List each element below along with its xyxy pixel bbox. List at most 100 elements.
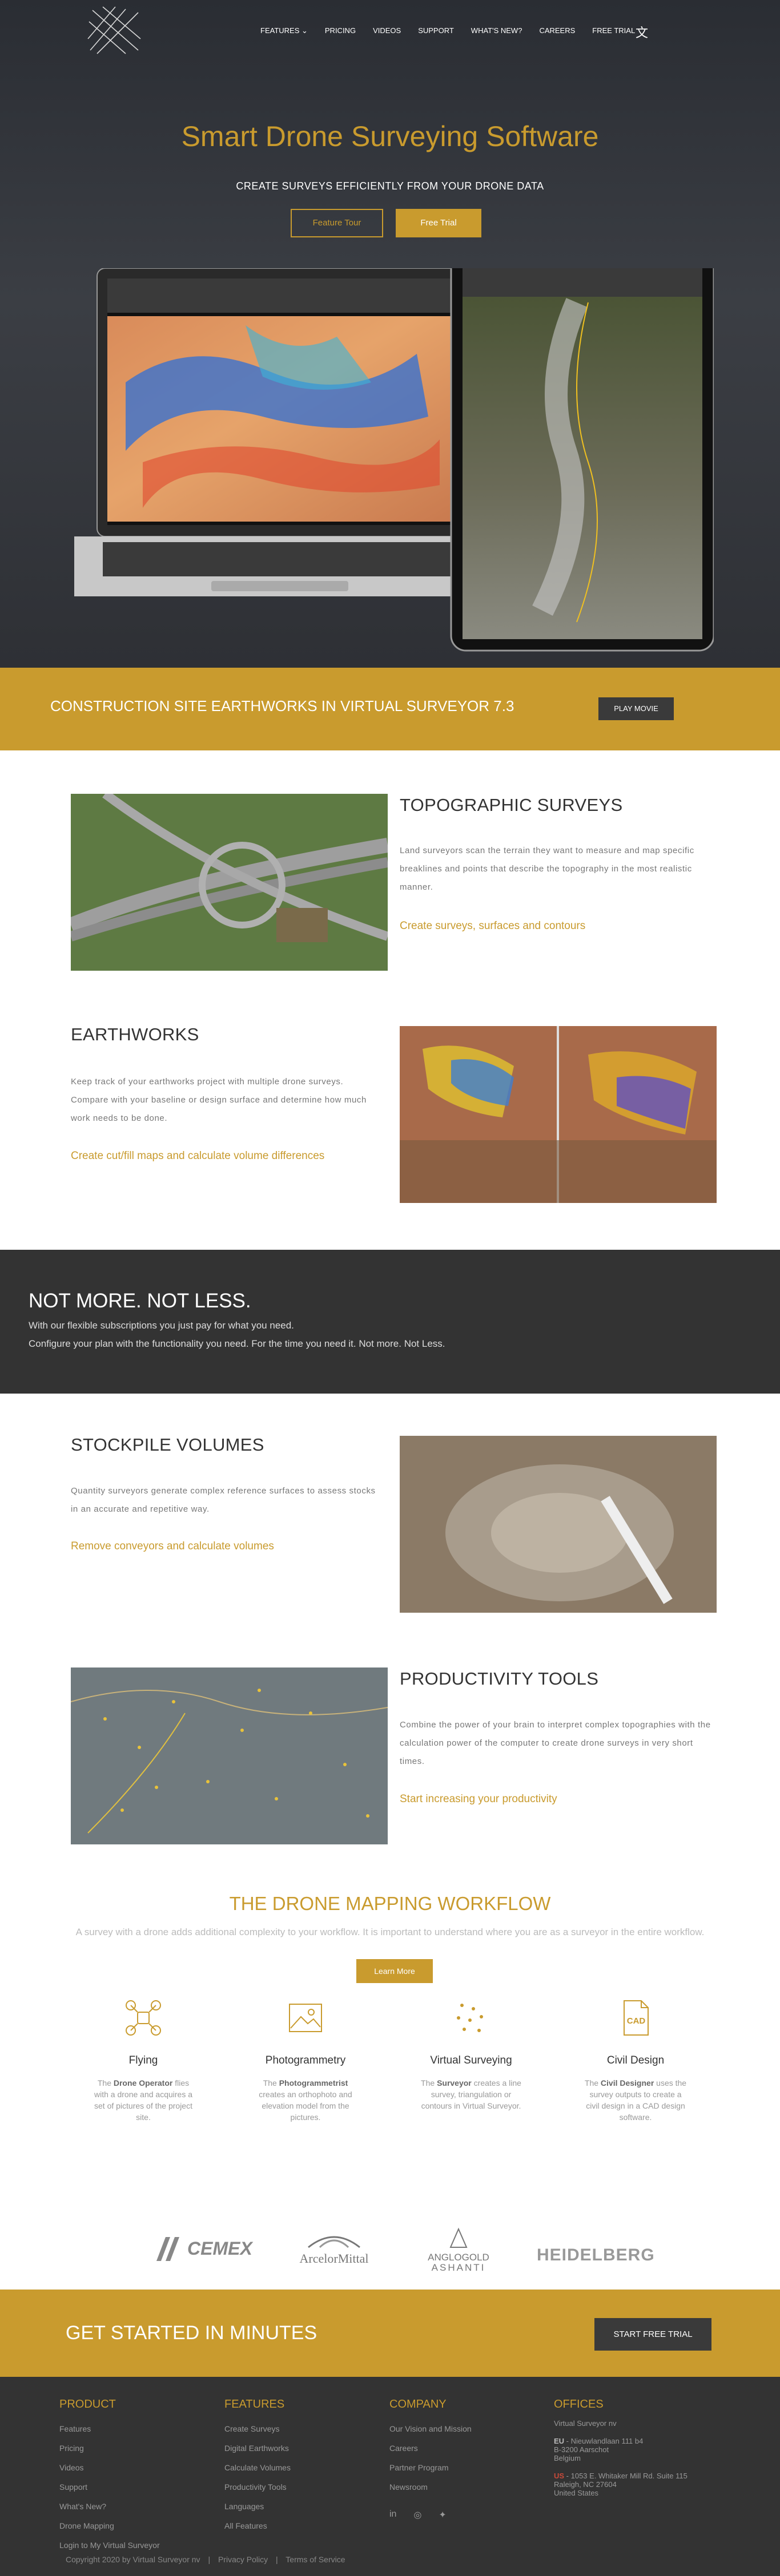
movie-title: CONSTRUCTION SITE EARTHWORKS IN VIRTUAL … xyxy=(50,697,514,714)
translate-icon[interactable]: 文 xyxy=(636,23,648,41)
footer-link[interactable]: Videos xyxy=(59,2458,160,2477)
feature-text-productivity: Combine the power of your brain to inter… xyxy=(400,1720,711,1766)
nav-item-support[interactable]: SUPPORT xyxy=(418,26,454,35)
feature-title-topographic: TOPOGRAPHIC SURVEYS xyxy=(400,795,623,815)
feature-text-topographic: Land surveyors scan the terrain they wan… xyxy=(400,846,694,892)
hero-section: FEATURES ⌄ PRICING VIDEOS SUPPORT WHAT'S… xyxy=(0,0,780,668)
cemex-logo: CEMEX xyxy=(153,2235,252,2262)
footer-link[interactable]: Languages xyxy=(224,2497,291,2516)
instagram-icon[interactable]: ◎ xyxy=(413,2509,421,2521)
get-started-banner: GET STARTED IN MINUTES START FREE TRIAL xyxy=(0,2290,780,2377)
nav-item-careers[interactable]: CAREERS xyxy=(539,26,575,35)
workflow-step-desc: The Surveyor creates a line survey, tria… xyxy=(421,2078,521,2110)
client-logos: CEMEX ArcelorMittal ANGLOGOLD ASHANTI HE… xyxy=(0,2226,780,2283)
feature-title-earthworks: EARTHWORKS xyxy=(71,1024,199,1044)
feature-link-topographic[interactable]: Create surveys, surfaces and contours xyxy=(400,920,585,932)
feature-title-productivity: PRODUCTIVITY TOOLS xyxy=(400,1669,599,1689)
footer-link[interactable]: Drone Mapping xyxy=(59,2516,160,2535)
pricing-banner: NOT MORE. NOT LESS. With our flexible su… xyxy=(0,1250,780,1394)
feature-link-stockpile[interactable]: Remove conveyors and calculate volumes xyxy=(71,1540,274,1553)
stockpile-image xyxy=(400,1436,717,1613)
footer-col-features: FEATURES Create Surveys Digital Earthwor… xyxy=(224,2398,291,2535)
footer-col-product: PRODUCT Features Pricing Videos Support … xyxy=(59,2398,160,2555)
footer-link[interactable]: Careers xyxy=(389,2438,472,2458)
hero-title: Smart Drone Surveying Software xyxy=(181,120,599,152)
image-icon xyxy=(289,2004,322,2032)
nav-item-whats-new[interactable]: WHAT'S NEW? xyxy=(471,26,522,35)
cemex-mark-icon xyxy=(156,2237,179,2261)
terms-link[interactable]: Terms of Service xyxy=(286,2555,345,2564)
hero-subtitle: CREATE SURVEYS EFFICIENTLY FROM YOUR DRO… xyxy=(236,180,544,192)
footer-link[interactable]: Calculate Volumes xyxy=(224,2458,291,2477)
play-movie-button[interactable]: PLAY MOVIE xyxy=(598,697,674,720)
nav-item-free-trial[interactable]: FREE TRIAL xyxy=(592,26,635,35)
workflow-step-photogrammetry: Photogrammetry The Photogrammetrist crea… xyxy=(240,1997,371,2123)
logo-icon[interactable] xyxy=(86,5,143,56)
workflow-subtitle: A survey with a drone adds additional co… xyxy=(75,1927,705,1937)
footer-link[interactable]: Pricing xyxy=(59,2438,160,2458)
office-eu-city: B-3200 Aarschot xyxy=(554,2445,609,2454)
footer-link[interactable]: Productivity Tools xyxy=(224,2477,291,2497)
footer-heading: OFFICES xyxy=(554,2398,604,2411)
earthworks-cutfill-image xyxy=(400,1026,717,1203)
svg-text:CAD: CAD xyxy=(627,2016,646,2026)
nav-menu: FEATURES ⌄ PRICING VIDEOS SUPPORT WHAT'S… xyxy=(260,26,652,35)
privacy-policy-link[interactable]: Privacy Policy xyxy=(218,2555,268,2564)
feature-text-stockpile: Quantity surveyors generate complex refe… xyxy=(71,1486,376,1514)
linkedin-icon[interactable]: in xyxy=(389,2509,396,2521)
feature-title-stockpile: STOCKPILE VOLUMES xyxy=(71,1435,264,1455)
laptop-tablet-image xyxy=(74,268,714,652)
footer-link[interactable]: Login to My Virtual Surveyor xyxy=(59,2535,160,2555)
notmore-title: NOT MORE. NOT LESS. xyxy=(29,1290,251,1312)
nav-item-pricing[interactable]: PRICING xyxy=(325,26,356,35)
workflow-step-virtual-surveying: Virtual Surveying The Surveyor creates a… xyxy=(405,1997,537,2111)
nav-item-videos[interactable]: VIDEOS xyxy=(373,26,401,35)
arcelormittal-logo: ArcelorMittal xyxy=(286,2231,383,2266)
footer-link[interactable]: Support xyxy=(59,2477,160,2497)
feature-tour-button[interactable]: Feature Tour xyxy=(291,209,383,237)
workflow-step-title: Virtual Surveying xyxy=(430,2054,512,2066)
footer-link[interactable]: Create Surveys xyxy=(224,2419,291,2438)
features-bottom: STOCKPILE VOLUMES Quantity surveyors gen… xyxy=(0,1394,780,1896)
highway-interchange-image xyxy=(71,794,388,971)
copyright-bar: Copyright 2020 by Virtual Surveyor nv | … xyxy=(66,2555,345,2564)
free-trial-button[interactable]: Free Trial xyxy=(396,209,481,237)
office-us: US - 1053 E. Whitaker Mill Rd. Suite 115 xyxy=(554,2472,687,2480)
footer-link[interactable]: Our Vision and Mission xyxy=(389,2419,472,2438)
workflow-step-title: Flying xyxy=(128,2054,158,2066)
features-top: TOPOGRAPHIC SURVEYS Land surveyors scan … xyxy=(0,750,780,1250)
feature-link-productivity[interactable]: Start increasing your productivity xyxy=(400,1793,557,1806)
arcelormittal-mark-icon xyxy=(308,2236,360,2248)
learn-more-button[interactable]: Learn More xyxy=(356,1959,433,1983)
workflow-title: THE DRONE MAPPING WORKFLOW xyxy=(229,1893,551,1914)
drone-icon xyxy=(126,2000,161,2036)
points-icon xyxy=(457,2004,483,2032)
nav-item-features[interactable]: FEATURES ⌄ xyxy=(260,26,308,35)
get-started-title: GET STARTED IN MINUTES xyxy=(66,2322,317,2344)
social-links: in ◎ ✦ xyxy=(389,2509,472,2521)
productivity-points-image xyxy=(71,1667,388,1844)
feature-link-earthworks[interactable]: Create cut/fill maps and calculate volum… xyxy=(71,1150,324,1162)
anglogold-logo: ANGLOGOLD ASHANTI xyxy=(416,2227,501,2273)
notmore-line-1: With our flexible subscriptions you just… xyxy=(29,1320,294,1331)
footer-heading: FEATURES xyxy=(224,2398,285,2411)
office-us-city: Raleigh, NC 27604 xyxy=(554,2480,617,2489)
start-free-trial-button[interactable]: START FREE TRIAL xyxy=(594,2318,711,2351)
footer-link[interactable]: Digital Earthworks xyxy=(224,2438,291,2458)
copyright-text: Copyright 2020 by Virtual Surveyor nv xyxy=(66,2555,200,2564)
footer-link[interactable]: All Features xyxy=(224,2516,291,2535)
footer-col-offices: OFFICES Virtual Surveyor nv EU - Nieuwla… xyxy=(554,2398,687,2497)
office-eu: EU - Nieuwlandlaan 111 b4 xyxy=(554,2437,644,2445)
footer-heading: PRODUCT xyxy=(59,2398,116,2411)
footer-link[interactable]: Features xyxy=(59,2419,160,2438)
footer-link[interactable]: Partner Program xyxy=(389,2458,472,2477)
footer-link[interactable]: What's New? xyxy=(59,2497,160,2516)
cad-file-icon: CAD xyxy=(624,2000,649,2036)
office-company-name: Virtual Surveyor nv xyxy=(554,2419,617,2428)
anglogold-mark-icon xyxy=(449,2227,468,2248)
footer-link[interactable]: Newsroom xyxy=(389,2477,472,2497)
footer-heading: COMPANY xyxy=(389,2398,447,2411)
top-navigation: FEATURES ⌄ PRICING VIDEOS SUPPORT WHAT'S… xyxy=(0,0,780,63)
twitter-icon[interactable]: ✦ xyxy=(439,2509,446,2521)
office-us-country: United States xyxy=(554,2489,599,2497)
